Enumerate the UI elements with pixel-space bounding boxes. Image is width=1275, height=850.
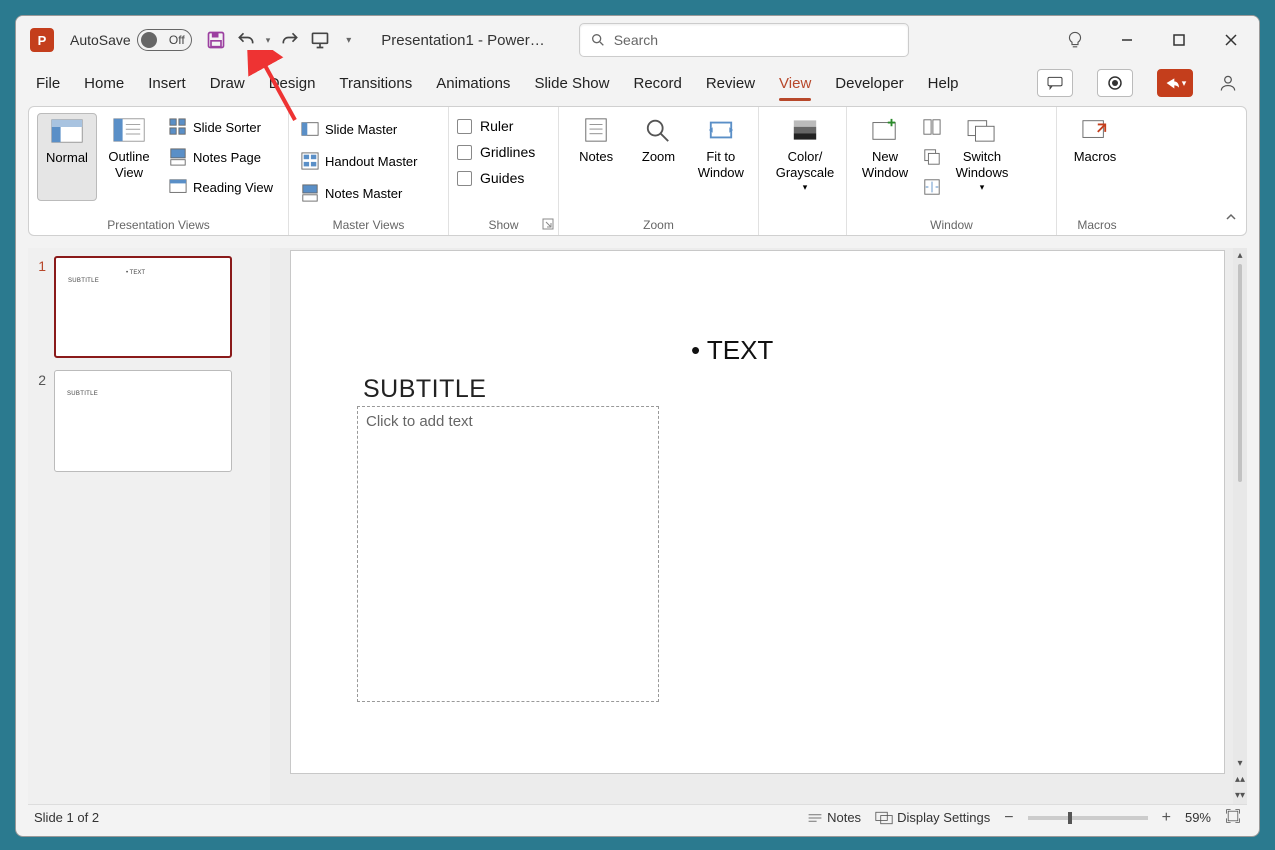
notes-button[interactable]: Notes bbox=[567, 113, 625, 186]
slide-counter: Slide 1 of 2 bbox=[34, 810, 99, 825]
app-icon: P bbox=[30, 28, 54, 52]
ribbon: Normal Outline View Slide Sorter Notes P… bbox=[28, 106, 1247, 236]
document-title: Presentation1 - Power… bbox=[381, 32, 544, 49]
slide-subtitle[interactable]: SUBTITLE bbox=[363, 375, 486, 404]
slide-sorter-button[interactable]: Slide Sorter bbox=[165, 113, 277, 141]
autosave-toggle[interactable]: Off bbox=[137, 29, 192, 51]
record-button[interactable] bbox=[1097, 69, 1133, 97]
display-settings-button[interactable]: Display Settings bbox=[875, 810, 990, 825]
thumbnail-pane: 1 SUBTITLE • TEXT 2 SUBTITLE bbox=[28, 248, 270, 804]
powerpoint-window: P AutoSave Off ▾ ▾ Presentation1 - Power… bbox=[15, 15, 1260, 837]
maximize-button[interactable] bbox=[1165, 26, 1193, 54]
tab-developer[interactable]: Developer bbox=[835, 71, 903, 96]
tips-icon[interactable] bbox=[1061, 26, 1089, 54]
tab-design[interactable]: Design bbox=[269, 71, 316, 96]
autosave-label: AutoSave bbox=[70, 32, 131, 48]
tab-home[interactable]: Home bbox=[84, 71, 124, 96]
next-slide-icon[interactable]: ▾▾ bbox=[1233, 788, 1247, 802]
scroll-up-icon[interactable]: ▴ bbox=[1233, 248, 1247, 262]
show-dialog-launcher-icon[interactable] bbox=[542, 218, 554, 230]
tab-view[interactable]: View bbox=[779, 71, 811, 96]
zoom-in-button[interactable]: + bbox=[1162, 809, 1171, 827]
zoom-out-button[interactable]: − bbox=[1004, 809, 1013, 827]
cascade-button[interactable] bbox=[919, 143, 945, 171]
present-from-beginning-button[interactable] bbox=[310, 30, 330, 50]
vertical-scrollbar[interactable]: ▴ ▾ ▴▴ ▾▾ bbox=[1233, 248, 1247, 804]
quick-access-toolbar: ▾ ▾ bbox=[206, 30, 352, 50]
tab-record[interactable]: Record bbox=[633, 71, 681, 96]
titlebar: P AutoSave Off ▾ ▾ Presentation1 - Power… bbox=[16, 16, 1259, 64]
statusbar: Slide 1 of 2 Notes Display Settings − + … bbox=[28, 804, 1247, 830]
outline-view-button[interactable]: Outline View bbox=[99, 113, 159, 201]
tab-draw[interactable]: Draw bbox=[210, 71, 245, 96]
undo-button[interactable] bbox=[236, 30, 256, 50]
zoom-level[interactable]: 59% bbox=[1185, 810, 1211, 825]
fit-slide-button[interactable] bbox=[1225, 808, 1241, 827]
reading-view-button[interactable]: Reading View bbox=[165, 173, 277, 201]
zoom-button[interactable]: Zoom bbox=[629, 113, 687, 186]
close-button[interactable] bbox=[1217, 26, 1245, 54]
thumb-number: 1 bbox=[34, 256, 46, 274]
slide-text[interactable]: • TEXT bbox=[691, 335, 773, 366]
notes-page-button[interactable]: Notes Page bbox=[165, 143, 277, 171]
ribbon-tabs: File Home Insert Draw Design Transitions… bbox=[16, 64, 1259, 102]
tab-help[interactable]: Help bbox=[928, 71, 959, 96]
ruler-checkbox[interactable]: Ruler bbox=[457, 115, 550, 137]
scroll-down-icon[interactable]: ▾ bbox=[1233, 756, 1247, 770]
tab-slide-show[interactable]: Slide Show bbox=[534, 71, 609, 96]
color-grayscale-button[interactable]: Color/ Grayscale▾ bbox=[767, 113, 843, 197]
qat-customize-icon[interactable]: ▾ bbox=[346, 35, 351, 46]
slide-area: • TEXT SUBTITLE Click to add text ▴ ▾ ▴▴… bbox=[270, 248, 1247, 804]
new-window-button[interactable]: New Window bbox=[855, 113, 915, 201]
gridlines-checkbox[interactable]: Gridlines bbox=[457, 141, 550, 163]
minimize-button[interactable] bbox=[1113, 26, 1141, 54]
tab-transitions[interactable]: Transitions bbox=[339, 71, 412, 96]
switch-windows-button[interactable]: Switch Windows▾ bbox=[947, 113, 1017, 201]
search-icon bbox=[590, 32, 606, 48]
notes-toggle[interactable]: Notes bbox=[807, 810, 861, 825]
account-icon[interactable] bbox=[1217, 73, 1239, 93]
collapse-ribbon-icon[interactable] bbox=[1224, 210, 1238, 229]
tab-file[interactable]: File bbox=[36, 71, 60, 96]
undo-dropdown-icon[interactable]: ▾ bbox=[266, 35, 271, 46]
tab-insert[interactable]: Insert bbox=[148, 71, 186, 96]
tab-animations[interactable]: Animations bbox=[436, 71, 510, 96]
comments-button[interactable] bbox=[1037, 69, 1073, 97]
arrange-all-button[interactable] bbox=[919, 113, 945, 141]
macros-button[interactable]: Macros bbox=[1065, 113, 1125, 169]
fit-to-window-button[interactable]: Fit to Window bbox=[692, 113, 750, 186]
search-input[interactable]: Search bbox=[579, 23, 909, 57]
slide-master-button[interactable]: Slide Master bbox=[297, 115, 440, 143]
normal-view-button[interactable]: Normal bbox=[37, 113, 97, 201]
text-placeholder[interactable]: Click to add text bbox=[357, 406, 659, 702]
tab-review[interactable]: Review bbox=[706, 71, 755, 96]
zoom-slider[interactable] bbox=[1028, 816, 1148, 820]
handout-master-button[interactable]: Handout Master bbox=[297, 147, 440, 175]
thumb-number: 2 bbox=[34, 370, 46, 388]
notes-master-button[interactable]: Notes Master bbox=[297, 179, 440, 207]
slide-thumbnail[interactable]: SUBTITLE bbox=[54, 370, 232, 472]
save-button[interactable] bbox=[206, 30, 226, 50]
previous-slide-icon[interactable]: ▴▴ bbox=[1233, 772, 1247, 786]
slide-canvas[interactable]: • TEXT SUBTITLE Click to add text bbox=[290, 250, 1225, 774]
workspace: 1 SUBTITLE • TEXT 2 SUBTITLE • TEXT SUBT… bbox=[28, 248, 1247, 804]
guides-checkbox[interactable]: Guides bbox=[457, 167, 550, 189]
slide-thumbnail[interactable]: SUBTITLE • TEXT bbox=[54, 256, 232, 358]
share-button[interactable]: ▾ bbox=[1157, 69, 1193, 97]
scrollbar-thumb[interactable] bbox=[1238, 264, 1242, 482]
move-split-button[interactable] bbox=[919, 173, 945, 201]
redo-button[interactable] bbox=[280, 30, 300, 50]
